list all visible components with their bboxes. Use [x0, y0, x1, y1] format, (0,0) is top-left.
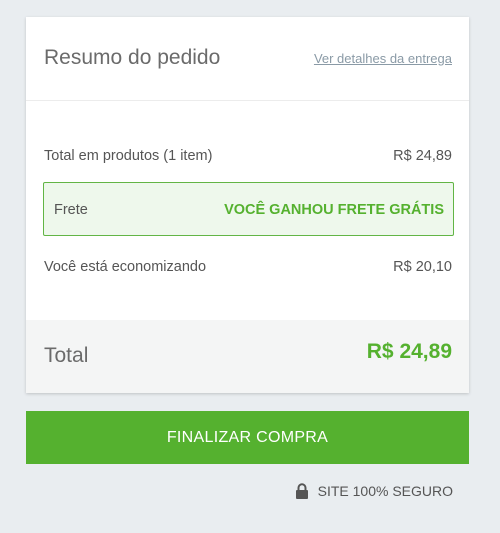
savings-value: R$ 20,10 — [393, 259, 452, 275]
products-total-value: R$ 24,89 — [393, 148, 452, 164]
order-summary-card: Resumo do pedido Ver detalhes da entrega… — [26, 17, 469, 393]
secure-site-label: SITE 100% SEGURO — [317, 483, 453, 499]
products-total-label: Total em produtos (1 item) — [44, 148, 213, 164]
order-total-bar: Total R$ 24,89 — [26, 320, 469, 393]
lock-icon — [295, 483, 308, 499]
products-total-row: Total em produtos (1 item) R$ 24,89 — [44, 148, 452, 164]
secure-site-notice: SITE 100% SEGURO — [295, 483, 453, 499]
order-summary-title: Resumo do pedido — [44, 46, 221, 69]
order-total-label: Total — [44, 344, 89, 367]
shipping-row: Frete VOCÊ GANHOU FRETE GRÁTIS — [43, 182, 454, 236]
savings-label: Você está economizando — [44, 259, 207, 275]
order-summary-header: Resumo do pedido Ver detalhes da entrega — [26, 17, 469, 101]
savings-row: Você está economizando R$ 20,10 — [44, 259, 452, 275]
shipping-label: Frete — [54, 202, 88, 218]
checkout-button[interactable]: FINALIZAR COMPRA — [26, 411, 469, 464]
free-shipping-badge: VOCÊ GANHOU FRETE GRÁTIS — [224, 202, 444, 218]
delivery-details-link[interactable]: Ver detalhes da entrega — [314, 51, 452, 66]
order-total-value: R$ 24,89 — [366, 340, 452, 363]
